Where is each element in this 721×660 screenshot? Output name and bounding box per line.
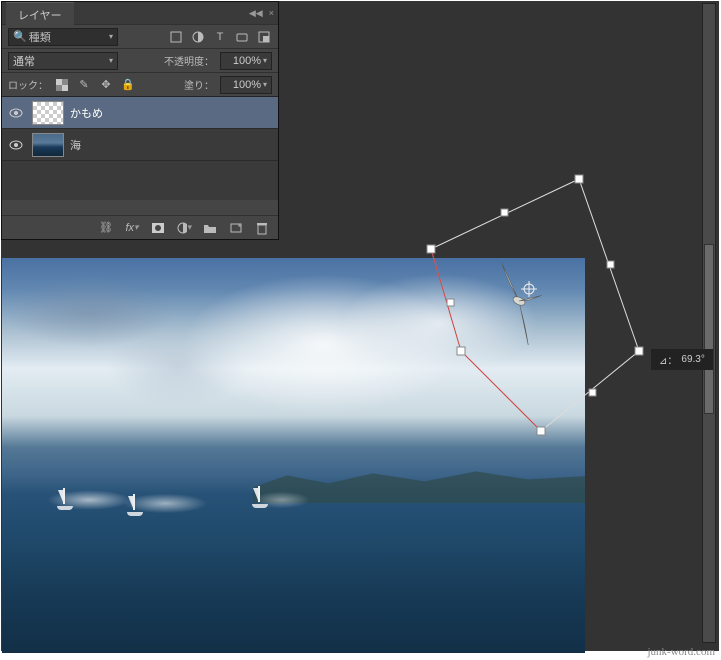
- angle-value: 69.3°: [681, 354, 704, 365]
- opacity-value: 100%: [233, 55, 261, 67]
- rotation-angle-badge: ⊿： 69.3°: [651, 349, 713, 370]
- chevron-down-icon: ▾: [263, 56, 267, 65]
- filter-pixel-icon[interactable]: [168, 29, 184, 45]
- close-icon[interactable]: ×: [269, 8, 274, 18]
- layer-filter-dropdown[interactable]: 🔍 種類 ▾: [8, 28, 118, 46]
- link-layers-icon[interactable]: ⛓: [98, 220, 114, 236]
- chevron-down-icon: ▾: [263, 80, 267, 89]
- fill-value: 100%: [233, 79, 261, 91]
- opacity-input[interactable]: 100% ▾: [220, 52, 272, 70]
- layer-item[interactable]: かもめ: [2, 97, 278, 129]
- delete-layer-icon[interactable]: [254, 220, 270, 236]
- visibility-toggle[interactable]: [6, 103, 26, 123]
- add-mask-icon[interactable]: [150, 220, 166, 236]
- filter-type-icon[interactable]: T: [212, 29, 228, 45]
- layer-fx-icon[interactable]: fx▾: [124, 220, 140, 236]
- chevron-down-icon: ▾: [109, 32, 113, 41]
- search-icon: 🔍: [13, 30, 27, 43]
- lock-transparent-icon[interactable]: [54, 77, 70, 93]
- lock-all-icon[interactable]: 🔒: [120, 77, 136, 93]
- blend-row: 通常 ▾ 不透明度： 100% ▾: [2, 48, 278, 72]
- fill-input[interactable]: 100% ▾: [220, 76, 272, 94]
- layer-thumbnail[interactable]: [32, 133, 64, 157]
- filter-shape-icon[interactable]: [234, 29, 250, 45]
- filter-row: 🔍 種類 ▾ T: [2, 24, 278, 48]
- lock-row: ロック： ✎ ✥ 🔒 塗り： 100% ▾: [2, 72, 278, 96]
- sailboat: [127, 494, 143, 516]
- scrollbar-thumb[interactable]: [704, 244, 714, 414]
- ocean-reflections: [2, 483, 585, 653]
- layer-thumbnail[interactable]: [32, 101, 64, 125]
- sailboat: [252, 486, 268, 508]
- layers-list: かもめ 海: [2, 96, 278, 200]
- layer-item[interactable]: 海: [2, 129, 278, 161]
- lock-label: ロック：: [8, 77, 48, 92]
- lock-paint-icon[interactable]: ✎: [76, 77, 92, 93]
- layer-name[interactable]: かもめ: [70, 105, 103, 121]
- vertical-scrollbar[interactable]: [702, 3, 716, 643]
- filter-adjustment-icon[interactable]: [190, 29, 206, 45]
- layers-panel: レイヤー ◀◀ × 🔍 種類 ▾ T 通常 ▾ 不透明度： 100% ▾: [1, 1, 279, 240]
- sailboat: [57, 488, 73, 510]
- panel-tab-layers[interactable]: レイヤー: [6, 2, 74, 25]
- panel-header: レイヤー ◀◀ ×: [2, 2, 278, 24]
- chevron-down-icon: ▾: [109, 56, 113, 65]
- blend-mode-value: 通常: [13, 53, 35, 69]
- collapse-icon[interactable]: ◀◀: [249, 8, 263, 19]
- filter-type-label: 種類: [29, 29, 51, 45]
- fill-label: 塗り：: [184, 77, 214, 92]
- lock-position-icon[interactable]: ✥: [98, 77, 114, 93]
- opacity-label: 不透明度：: [164, 53, 214, 68]
- blend-mode-dropdown[interactable]: 通常 ▾: [8, 52, 118, 70]
- new-adjustment-icon[interactable]: ▾: [176, 220, 192, 236]
- visibility-toggle[interactable]: [6, 135, 26, 155]
- seagull-layer-content[interactable]: [474, 256, 564, 346]
- panel-footer: ⛓ fx▾ ▾: [2, 215, 278, 239]
- filter-smartobject-icon[interactable]: [256, 29, 272, 45]
- layer-name[interactable]: 海: [70, 137, 81, 153]
- new-group-icon[interactable]: [202, 220, 218, 236]
- angle-label: ⊿：: [659, 352, 677, 367]
- watermark: junk-word.com: [647, 646, 715, 658]
- new-layer-icon[interactable]: [228, 220, 244, 236]
